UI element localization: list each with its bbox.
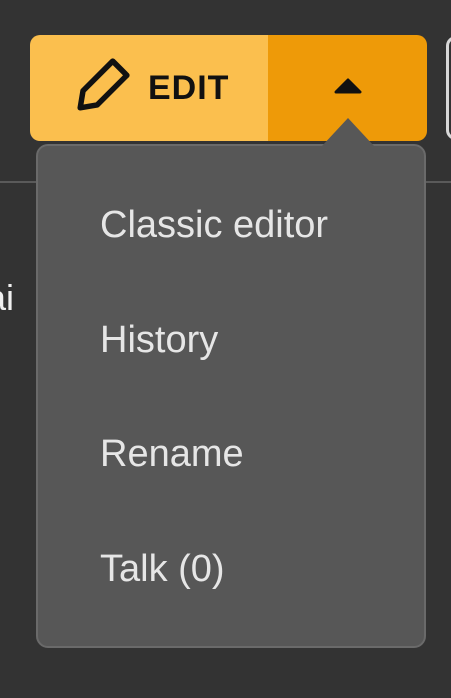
background-partial-text: ai bbox=[0, 277, 15, 318]
adjacent-button-edge[interactable] bbox=[446, 36, 451, 140]
menu-item-history[interactable]: History bbox=[100, 316, 218, 364]
menu-item-rename[interactable]: Rename bbox=[100, 430, 244, 478]
pencil-icon bbox=[70, 58, 130, 118]
edit-button-label: EDIT bbox=[148, 68, 230, 107]
menu-item-talk[interactable]: Talk (0) bbox=[100, 545, 225, 593]
edit-dropdown-menu: Classic editor History Rename Talk (0) bbox=[36, 144, 426, 648]
dropdown-pointer bbox=[322, 118, 374, 146]
edit-button[interactable]: EDIT bbox=[30, 35, 268, 141]
menu-item-classic-editor[interactable]: Classic editor bbox=[100, 201, 328, 249]
caret-up-icon bbox=[334, 78, 362, 99]
